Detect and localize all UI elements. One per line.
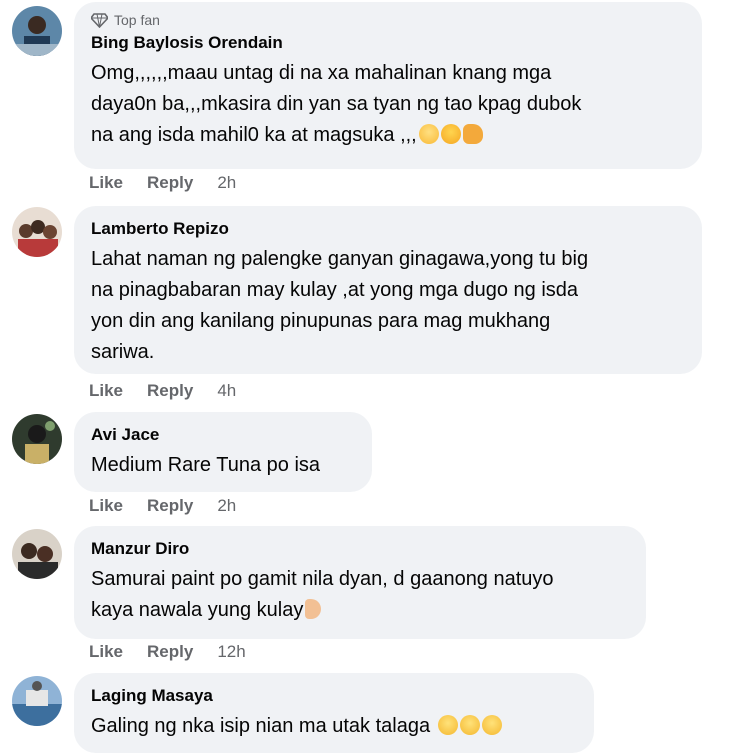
- like-button[interactable]: Like: [89, 642, 123, 662]
- reply-button[interactable]: Reply: [147, 642, 193, 662]
- timestamp[interactable]: 4h: [217, 381, 236, 401]
- crying-face-emoji-icon: [418, 124, 439, 144]
- comment-text: Lahat naman ng palengke ganyan ginagawa,…: [91, 248, 589, 363]
- grinning-face-emoji-icon: [481, 715, 502, 735]
- comment-body: Samurai paint po gamit nila dyan, d gaan…: [91, 568, 554, 621]
- comment-text: Galing ng nka isip nian ma utak talaga: [91, 711, 576, 742]
- reply-button[interactable]: Reply: [147, 381, 193, 401]
- like-button[interactable]: Like: [89, 173, 123, 193]
- avatar[interactable]: [12, 6, 62, 56]
- reply-button[interactable]: Reply: [147, 496, 193, 516]
- comment-bubble: Manzur Diro Samurai paint po gamit nila …: [74, 526, 646, 639]
- avatar[interactable]: [12, 676, 62, 726]
- author-name[interactable]: Manzur Diro: [91, 538, 628, 560]
- comment-actions: Like Reply 4h: [89, 381, 236, 401]
- comment-actions: Like Reply 12h: [89, 642, 246, 662]
- timestamp[interactable]: 12h: [217, 642, 245, 662]
- grinning-face-emoji-icon: [437, 715, 458, 735]
- sad-face-emoji-icon: [440, 124, 461, 144]
- author-name[interactable]: Laging Masaya: [91, 685, 576, 707]
- top-fan-badge: Top fan: [91, 12, 684, 28]
- comment-bubble: Avi Jace Medium Rare Tuna po isa: [74, 412, 372, 492]
- comment-body: Galing ng nka isip nian ma utak talaga: [91, 715, 431, 737]
- comment-actions: Like Reply 2h: [89, 496, 236, 516]
- timestamp[interactable]: 2h: [217, 173, 236, 193]
- comment-bubble: Top fan Bing Baylosis Orendain Omg,,,,,,…: [74, 2, 702, 169]
- badge-label: Top fan: [114, 12, 160, 28]
- comment-bubble: Laging Masaya Galing ng nka isip nian ma…: [74, 673, 594, 753]
- author-name[interactable]: Bing Baylosis Orendain: [91, 32, 684, 54]
- comment-text: Samurai paint po gamit nila dyan, d gaan…: [91, 564, 628, 626]
- comment-actions: Like Reply 2h: [89, 173, 236, 193]
- comment-body: Omg,,,,,,maau untag di na xa mahalinan k…: [91, 62, 582, 146]
- comment-text: Omg,,,,,,maau untag di na xa mahalinan k…: [91, 58, 684, 151]
- reply-button[interactable]: Reply: [147, 173, 193, 193]
- like-button[interactable]: Like: [89, 381, 123, 401]
- author-name[interactable]: Avi Jace: [91, 424, 354, 446]
- avatar[interactable]: [12, 414, 62, 464]
- victory-hand-emoji-icon: [305, 599, 322, 619]
- grinning-face-emoji-icon: [459, 715, 480, 735]
- author-name[interactable]: Lamberto Repizo: [91, 218, 684, 240]
- avatar[interactable]: [12, 529, 62, 579]
- fist-emoji-icon: [462, 124, 483, 144]
- comment-bubble: Lamberto Repizo Lahat naman ng palengke …: [74, 206, 702, 374]
- diamond-icon: [91, 12, 108, 28]
- like-button[interactable]: Like: [89, 496, 123, 516]
- timestamp[interactable]: 2h: [217, 496, 236, 516]
- comment-text: Medium Rare Tuna po isa: [91, 454, 321, 476]
- avatar[interactable]: [12, 207, 62, 257]
